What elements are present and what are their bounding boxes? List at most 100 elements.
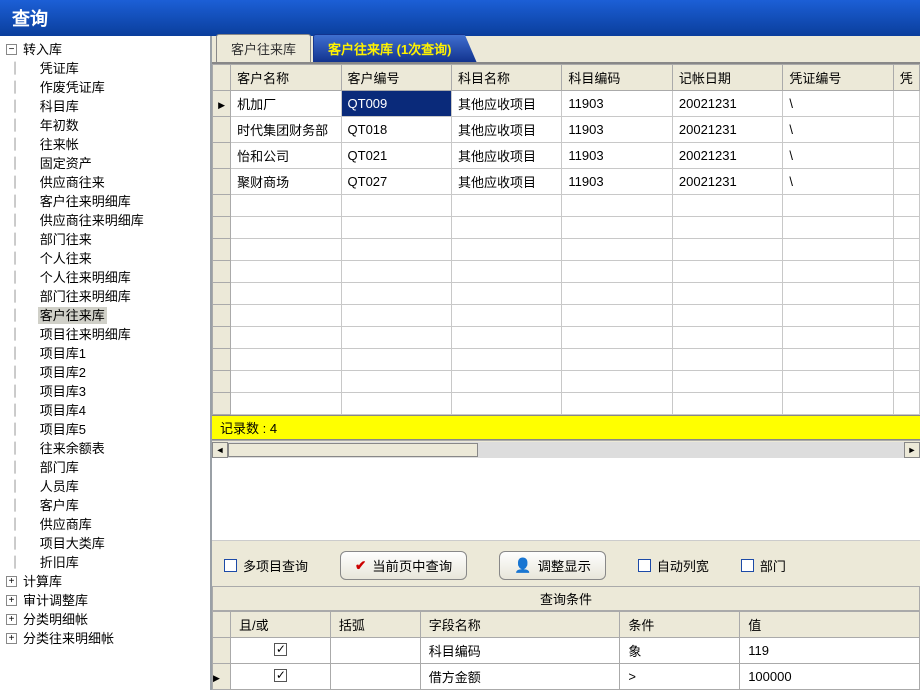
col-header-6[interactable]: 凭 — [893, 65, 919, 91]
scroll-right-button[interactable]: ► — [904, 442, 920, 458]
table-row[interactable]: 时代集团财务部QT018其他应收项目1190320021231\ — [213, 117, 920, 143]
col-header-3[interactable]: 科目编码 — [562, 65, 672, 91]
cond-col-4[interactable]: 值 — [740, 612, 920, 638]
conditions-grid[interactable]: 且/或括弧字段名称条件值科目编码象119借方金额>100000 — [212, 611, 920, 690]
cell[interactable]: 20021231 — [672, 143, 782, 169]
cond-op[interactable]: 象 — [620, 638, 740, 664]
cond-bracket[interactable] — [330, 664, 420, 690]
tree-item-1[interactable]: │ 作废凭证库 — [2, 78, 208, 97]
tree-sibling-2[interactable]: +分类明细帐 — [2, 610, 208, 629]
tree-item-15[interactable]: │ 项目库1 — [2, 344, 208, 363]
cond-col-0[interactable]: 且/或 — [231, 612, 331, 638]
cond-andor[interactable] — [231, 664, 331, 690]
cell[interactable] — [893, 117, 919, 143]
cond-col-1[interactable]: 括弧 — [330, 612, 420, 638]
tree-item-14[interactable]: │ 项目往来明细库 — [2, 325, 208, 344]
cell[interactable]: 20021231 — [672, 117, 782, 143]
tree-item-7[interactable]: │ 客户往来明细库 — [2, 192, 208, 211]
expand-icon[interactable]: + — [6, 633, 17, 644]
cell[interactable]: \ — [783, 117, 893, 143]
cell[interactable]: 机加厂 — [231, 91, 341, 117]
tree-item-9[interactable]: │ 部门往来 — [2, 230, 208, 249]
scroll-thumb[interactable] — [228, 443, 478, 457]
tree-item-8[interactable]: │ 供应商往来明细库 — [2, 211, 208, 230]
tree-item-13[interactable]: │ 客户往来库 — [2, 306, 208, 325]
tree-item-25[interactable]: │ 项目大类库 — [2, 534, 208, 553]
col-header-0[interactable]: 客户名称 — [231, 65, 341, 91]
cond-value[interactable]: 100000 — [740, 664, 920, 690]
expand-icon[interactable]: + — [6, 576, 17, 587]
cell[interactable]: 聚财商场 — [231, 169, 341, 195]
data-grid[interactable]: 客户名称客户编号科目名称科目编码记帐日期凭证编号凭机加厂QT009其他应收项目1… — [212, 64, 920, 415]
cell[interactable] — [893, 91, 919, 117]
tree-item-20[interactable]: │ 往来余额表 — [2, 439, 208, 458]
tree-sibling-3[interactable]: +分类往来明细帐 — [2, 629, 208, 648]
scroll-left-button[interactable]: ◄ — [212, 442, 228, 458]
checkbox-checked-icon[interactable] — [274, 643, 287, 656]
col-header-1[interactable]: 客户编号 — [341, 65, 451, 91]
tree-item-3[interactable]: │ 年初数 — [2, 116, 208, 135]
tree-item-24[interactable]: │ 供应商库 — [2, 515, 208, 534]
tree-sibling-1[interactable]: +审计调整库 — [2, 591, 208, 610]
search-in-page-button[interactable]: ✔ 当前页中查询 — [340, 551, 467, 580]
checkbox-checked-icon[interactable] — [274, 669, 287, 682]
expand-icon[interactable]: + — [6, 614, 17, 625]
navigation-tree[interactable]: −转入库 │ 凭证库 │ 作废凭证库 │ 科目库 │ 年初数 │ 往来帐 │ 固… — [0, 36, 212, 690]
cond-op[interactable]: > — [620, 664, 740, 690]
tab-1[interactable]: 客户往来库 (1次查询) — [313, 34, 477, 62]
condition-row[interactable]: 科目编码象119 — [213, 638, 920, 664]
cell[interactable] — [893, 169, 919, 195]
cell[interactable]: 11903 — [562, 169, 672, 195]
table-row[interactable]: 机加厂QT009其他应收项目1190320021231\ — [213, 91, 920, 117]
tree-item-22[interactable]: │ 人员库 — [2, 477, 208, 496]
tree-item-26[interactable]: │ 折旧库 — [2, 553, 208, 572]
cell[interactable]: 11903 — [562, 91, 672, 117]
cond-col-3[interactable]: 条件 — [620, 612, 740, 638]
cond-andor[interactable] — [231, 638, 331, 664]
cell[interactable]: \ — [783, 169, 893, 195]
tree-item-17[interactable]: │ 项目库3 — [2, 382, 208, 401]
tree-item-4[interactable]: │ 往来帐 — [2, 135, 208, 154]
cell[interactable]: 其他应收项目 — [451, 117, 561, 143]
cond-field[interactable]: 借方金额 — [420, 664, 620, 690]
tree-item-19[interactable]: │ 项目库5 — [2, 420, 208, 439]
tree-item-0[interactable]: │ 凭证库 — [2, 59, 208, 78]
tree-item-11[interactable]: │ 个人往来明细库 — [2, 268, 208, 287]
expand-icon[interactable]: + — [6, 595, 17, 606]
cell[interactable]: \ — [783, 91, 893, 117]
cell[interactable]: 其他应收项目 — [451, 143, 561, 169]
col-header-4[interactable]: 记帐日期 — [672, 65, 782, 91]
cell[interactable]: QT027 — [341, 169, 451, 195]
tree-item-23[interactable]: │ 客户库 — [2, 496, 208, 515]
cond-value[interactable]: 119 — [740, 638, 920, 664]
tree-root[interactable]: −转入库 — [2, 40, 208, 59]
cell[interactable]: \ — [783, 143, 893, 169]
cond-bracket[interactable] — [330, 638, 420, 664]
cell[interactable]: 其他应收项目 — [451, 91, 561, 117]
tree-item-16[interactable]: │ 项目库2 — [2, 363, 208, 382]
col-header-5[interactable]: 凭证编号 — [783, 65, 893, 91]
cond-field[interactable]: 科目编码 — [420, 638, 620, 664]
multi-query-checkbox[interactable]: 多项目查询 — [224, 556, 308, 575]
tree-item-12[interactable]: │ 部门往来明细库 — [2, 287, 208, 306]
table-row[interactable]: 怡和公司QT021其他应收项目1190320021231\ — [213, 143, 920, 169]
tree-item-6[interactable]: │ 供应商往来 — [2, 173, 208, 192]
cell[interactable]: 20021231 — [672, 91, 782, 117]
tree-item-21[interactable]: │ 部门库 — [2, 458, 208, 477]
tree-sibling-0[interactable]: +计算库 — [2, 572, 208, 591]
cell[interactable]: QT018 — [341, 117, 451, 143]
cell[interactable]: 11903 — [562, 143, 672, 169]
cond-col-2[interactable]: 字段名称 — [420, 612, 620, 638]
cell[interactable]: QT009 — [341, 91, 451, 117]
col-header-2[interactable]: 科目名称 — [451, 65, 561, 91]
table-row[interactable]: 聚财商场QT027其他应收项目1190320021231\ — [213, 169, 920, 195]
dept-checkbox[interactable]: 部门 — [741, 556, 786, 575]
auto-width-checkbox[interactable]: 自动列宽 — [638, 556, 709, 575]
cell[interactable]: 时代集团财务部 — [231, 117, 341, 143]
cell[interactable] — [893, 143, 919, 169]
tab-0[interactable]: 客户往来库 — [216, 34, 311, 62]
cell[interactable]: 怡和公司 — [231, 143, 341, 169]
horizontal-scrollbar[interactable]: ◄ ► — [212, 440, 920, 458]
tree-item-10[interactable]: │ 个人往来 — [2, 249, 208, 268]
adjust-display-button[interactable]: 👤 调整显示 — [499, 551, 606, 580]
